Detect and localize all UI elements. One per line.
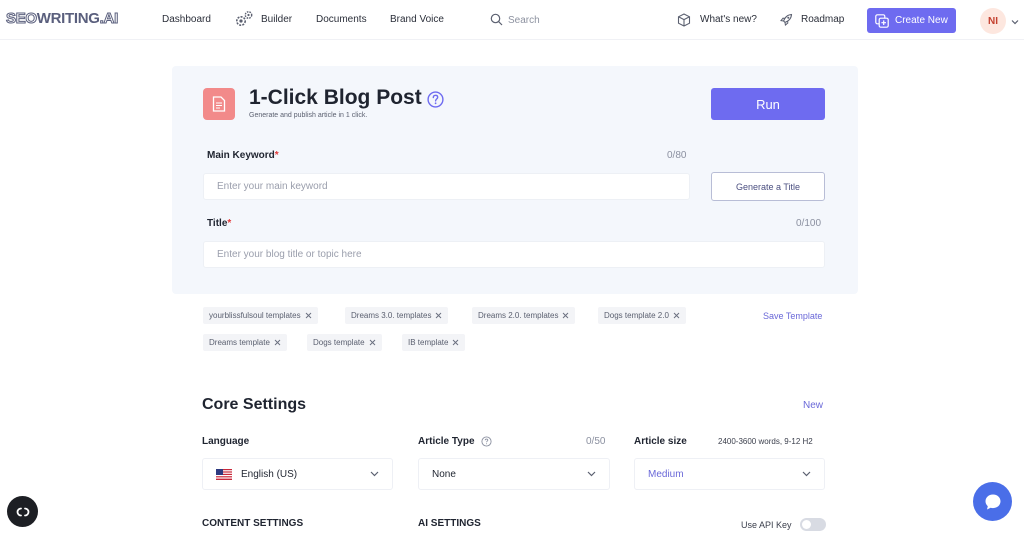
article-type-select[interactable]: None — [418, 458, 610, 490]
chevron-down-icon — [802, 471, 811, 477]
title-label-text: Title — [207, 218, 228, 229]
close-icon[interactable] — [673, 312, 680, 319]
run-button[interactable]: Run — [711, 88, 825, 120]
new-link[interactable]: New — [803, 400, 823, 411]
us-flag-icon — [216, 468, 232, 480]
template-chip[interactable]: IB template — [402, 334, 466, 351]
cookie-settings-icon — [16, 507, 29, 516]
generate-title-button[interactable]: Generate a Title — [711, 172, 825, 201]
language-label: Language — [202, 436, 250, 447]
template-chip-label: Dogs template — [313, 338, 365, 347]
nav-documents-link[interactable]: Documents — [316, 14, 367, 25]
required-mark: * — [227, 218, 232, 229]
gear-icon — [236, 11, 253, 26]
article-type-counter: 0/50 — [586, 436, 606, 447]
nav-dashboard-link[interactable]: Dashboard — [162, 14, 211, 25]
chevron-down-icon[interactable] — [1011, 19, 1019, 25]
avatar[interactable]: NI — [980, 8, 1006, 34]
search-icon — [490, 13, 503, 26]
chevron-down-icon — [587, 471, 596, 477]
nav-builder-link[interactable]: Builder — [261, 14, 292, 25]
article-type-label: Article Type — [418, 436, 475, 447]
use-api-key-toggle[interactable] — [800, 518, 826, 531]
ai-settings-title: AI SETTINGS — [418, 518, 481, 529]
close-icon[interactable] — [369, 339, 376, 346]
document-icon — [212, 96, 226, 112]
logo-writing: WRITING — [36, 10, 100, 27]
create-new-label: Create New — [895, 15, 948, 26]
logo-seo: SEO — [6, 10, 38, 28]
page-title: 1-Click Blog Post — [249, 86, 422, 109]
template-chip-label: IB template — [408, 338, 449, 347]
nav-roadmap-link[interactable]: Roadmap — [801, 14, 844, 25]
core-settings-title: Core Settings — [202, 396, 307, 413]
template-chip-label: Dreams 2.0. templates — [478, 311, 559, 320]
main-keyword-input[interactable] — [203, 173, 690, 200]
template-chip-label: Dreams 3.0. templates — [351, 311, 432, 320]
title-counter: 0/100 — [796, 218, 822, 229]
template-chip[interactable]: Dreams template — [203, 334, 287, 351]
help-icon[interactable] — [427, 91, 444, 108]
search-input[interactable] — [508, 12, 648, 28]
logo[interactable]: SEOWRITING.AI — [6, 10, 119, 28]
content-settings-title: CONTENT SETTINGS — [202, 518, 304, 529]
close-icon[interactable] — [435, 312, 442, 319]
template-chip-label: Dogs template 2.0 — [604, 311, 669, 320]
toggle-knob — [802, 520, 811, 529]
rocket-icon — [780, 13, 793, 26]
top-navbar: SEOWRITING.AI Dashboard Builder Document… — [0, 0, 1024, 40]
plus-icon — [875, 13, 889, 28]
template-chip[interactable]: Dogs template — [307, 334, 382, 351]
main-keyword-label-text: Main Keyword — [207, 150, 275, 161]
title-input[interactable] — [203, 241, 825, 268]
nav-brand-voice-link[interactable]: Brand Voice — [390, 14, 444, 25]
article-size-value: Medium — [648, 468, 684, 480]
cookie-settings-button[interactable] — [7, 496, 38, 527]
use-api-key-label: Use API Key — [741, 520, 792, 530]
close-icon[interactable] — [452, 339, 459, 346]
logo-ai: .AI — [99, 10, 119, 28]
language-select[interactable]: English (US) — [202, 458, 393, 490]
article-size-label: Article size — [634, 436, 687, 447]
article-size-hint: 2400-3600 words, 9-12 H2 — [718, 437, 813, 446]
page-subtitle: Generate and publish article in 1 click. — [249, 112, 368, 119]
template-chip[interactable]: Dogs template 2.0 — [598, 307, 686, 324]
info-icon[interactable] — [481, 436, 492, 447]
chat-support-button[interactable] — [973, 482, 1012, 521]
create-new-button[interactable]: Create New — [867, 8, 956, 33]
language-value: English (US) — [241, 468, 298, 480]
required-mark: * — [274, 150, 279, 161]
template-chip[interactable]: yourblissfulsoul templates — [203, 307, 318, 324]
box-icon — [677, 13, 691, 27]
template-chip-label: Dreams template — [209, 338, 270, 347]
nav-whats-new-link[interactable]: What's new? — [700, 14, 757, 25]
main-keyword-counter: 0/80 — [667, 150, 687, 161]
title-label: Title* — [207, 218, 231, 229]
article-size-select[interactable]: Medium — [634, 458, 825, 490]
template-chip-label: yourblissfulsoul templates — [209, 311, 301, 320]
close-icon[interactable] — [274, 339, 281, 346]
chat-icon — [985, 494, 1000, 509]
chevron-down-icon — [370, 471, 379, 477]
template-chip[interactable]: Dreams 3.0. templates — [345, 307, 449, 324]
save-template-link[interactable]: Save Template — [763, 311, 822, 321]
article-type-value: None — [432, 468, 456, 480]
document-icon-tile — [203, 88, 235, 120]
main-keyword-label: Main Keyword* — [207, 150, 279, 161]
close-icon[interactable] — [562, 312, 569, 319]
template-chip[interactable]: Dreams 2.0. templates — [472, 307, 576, 324]
close-icon[interactable] — [305, 312, 312, 319]
